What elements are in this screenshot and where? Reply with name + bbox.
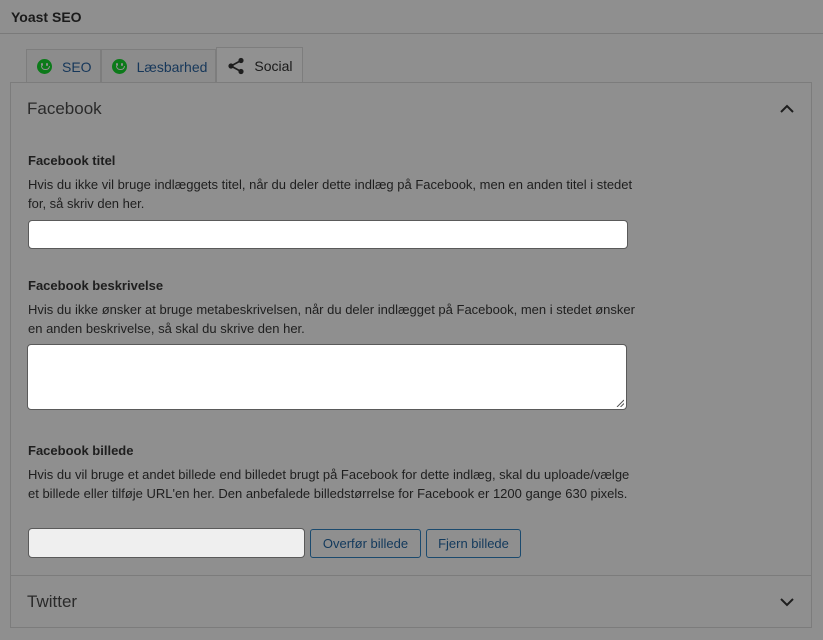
facebook-section-title: Facebook [27,99,102,118]
smiley-icon [37,59,52,74]
facebook-image-url-input[interactable] [28,528,305,558]
facebook-image-label: Facebook billede [28,443,134,458]
facebook-description-help: Hvis du ikke ønsker at bruge metabeskriv… [28,302,635,336]
facebook-title-label: Facebook titel [28,153,116,168]
upload-image-button[interactable]: Overfør billede [310,529,421,558]
twitter-section-title: Twitter [27,592,78,611]
chevron-up-icon [780,104,794,113]
social-panel: Facebook Facebook titel Hvis du ikke vil… [10,82,812,628]
facebook-description-label: Facebook beskrivelse [28,278,164,293]
tab-seo-label: SEO [62,58,92,75]
tab-readability-label: Læsbarhed [136,58,208,75]
metabox-title: Yoast SEO [11,9,82,25]
remove-image-button[interactable]: Fjern billede [426,529,521,558]
chevron-down-icon [780,598,794,607]
smiley-icon [111,59,127,74]
tab-social-label: Social [254,57,293,74]
share-icon [228,57,245,74]
facebook-description-textarea[interactable] [27,344,627,410]
facebook-image-description: Hvis du vil bruge et andet billede end b… [28,467,630,501]
metabox-header: Yoast SEO [0,0,823,34]
twitter-section-toggle[interactable]: Twitter [11,575,811,628]
facebook-title-input[interactable] [28,220,628,249]
tab-seo[interactable]: SEO [26,49,101,83]
tab-bar: SEO Læsbarhed Social [26,47,303,83]
tab-readability[interactable]: Læsbarhed [100,49,217,83]
facebook-section-toggle[interactable]: Facebook [11,83,811,135]
facebook-title-description: Hvis du ikke vil bruge indlæggets titel,… [28,177,633,211]
tab-social[interactable]: Social [216,47,303,83]
resize-handle-icon[interactable] [616,399,624,407]
